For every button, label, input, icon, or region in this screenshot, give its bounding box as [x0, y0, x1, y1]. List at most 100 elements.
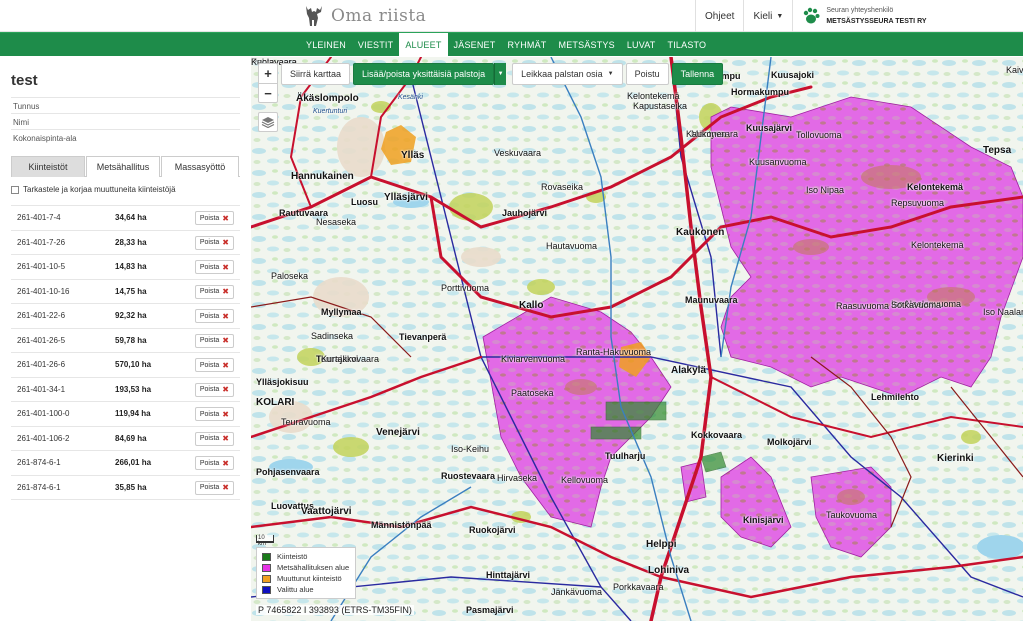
zoom-control: + − [258, 63, 278, 103]
delete-label: Poista [199, 459, 220, 467]
layers-button[interactable] [258, 112, 278, 132]
tab-metsahallitus[interactable]: Metsähallitus [86, 156, 160, 177]
map-place-label: Kierinki [937, 453, 974, 464]
map-place-label: Iso Nipaa [806, 185, 845, 195]
map-place-label: Teuravuoma [281, 417, 331, 427]
zoom-out-button[interactable]: − [259, 83, 277, 102]
delete-property-button[interactable]: Poista ✖ [194, 284, 234, 299]
map-place-label: Ranta-Hakuvuoma [576, 347, 652, 357]
zoom-in-button[interactable]: + [259, 64, 277, 83]
property-area: 35,85 ha [115, 482, 147, 492]
delete-label: Poista [199, 312, 220, 320]
property-area: 119,94 ha [115, 409, 151, 419]
map-place-label: KOLARI [256, 397, 295, 408]
tab-massasyotto[interactable]: Massasyöttö [161, 156, 239, 177]
nav-item-ryhm-t[interactable]: RYHMÄT [501, 33, 552, 57]
close-icon: ✖ [222, 336, 229, 345]
map-place-label: Iso-Keihu [451, 444, 490, 454]
map-toolbar: Siirrä karttaa Lisää/poista yksittäisiä … [281, 63, 726, 85]
delete-property-button[interactable]: Poista ✖ [194, 235, 234, 250]
delete-property-button[interactable]: Poista ✖ [194, 431, 234, 446]
map-place-label: Lehmilehto [871, 392, 920, 402]
map-place-label: Helppi [646, 539, 677, 550]
exit-button[interactable]: Poistu [625, 63, 669, 85]
save-button[interactable]: Tallenna [671, 63, 724, 85]
map-canvas[interactable] [251, 57, 1023, 621]
help-link[interactable]: Ohjeet [695, 0, 743, 32]
legend-item: Kiinteistö [262, 551, 350, 562]
map-place-label: Porttivuoma [441, 283, 490, 293]
legend-swatch [262, 563, 271, 572]
property-id: 261-401-100-0 [17, 409, 70, 419]
map-place-label: Kurtakkovaara [321, 354, 380, 364]
map-place-label: Luosu [351, 197, 378, 207]
map-place-label: Myllymaa [321, 307, 362, 317]
nav-item-j-senet[interactable]: JÄSENET [448, 33, 502, 57]
map-place-label: Tepsa [983, 145, 1012, 156]
language-dropdown[interactable]: Kieli ▼ [743, 0, 792, 32]
check-changed-row[interactable]: Tarkastele ja korjaa muuttuneita kiintei… [11, 185, 176, 194]
close-icon: ✖ [222, 287, 229, 296]
map-place-label: Molkojärvi [767, 437, 812, 447]
delete-property-button[interactable]: Poista ✖ [194, 358, 234, 372]
add-remove-parcels-button[interactable]: Lisää/poista yksittäisiä palstoja [353, 63, 495, 85]
nav-item-viestit[interactable]: VIESTIT [352, 33, 399, 57]
nav-item-alueet[interactable]: ALUEET [399, 33, 448, 57]
property-area: 34,64 ha [115, 213, 147, 223]
close-icon: ✖ [222, 238, 229, 247]
map-view[interactable]: Äkäslompolo Kesänki Kuertunturi Ylläs Hannuk… [251, 57, 1023, 621]
property-area: 28,33 ha [115, 237, 147, 247]
map-place-label: Nesaseka [316, 217, 357, 227]
property-area: 193,53 ha [115, 384, 152, 394]
cut-parts-label: Leikkaa palstan osia [521, 69, 603, 79]
move-map-button[interactable]: Siirrä karttaa [281, 63, 351, 85]
property-area: 14,83 ha [115, 262, 147, 272]
map-place-label: Kelontekemä [911, 240, 964, 250]
cut-parts-dropdown[interactable]: Leikkaa palstan osia ▼ [512, 63, 623, 85]
map-place-label: Repsuvuoma [891, 198, 945, 208]
map-place-label: Kelontekemä [907, 182, 964, 192]
delete-property-button[interactable]: Poista ✖ [194, 456, 234, 470]
legend-label: Muuttunut kiinteistö [277, 574, 342, 583]
nav-item-tilasto[interactable]: TILASTO [662, 33, 713, 57]
delete-property-button[interactable]: Poista ✖ [194, 382, 234, 397]
delete-property-button[interactable]: Poista ✖ [194, 260, 234, 274]
map-place-label: Kelontekemä [627, 91, 680, 101]
delete-property-button[interactable]: Poista ✖ [194, 333, 234, 348]
map-place-label: Kesänki [398, 94, 423, 101]
nav-item-mets-stys[interactable]: METSÄSTYS [553, 33, 621, 57]
delete-property-button[interactable]: Poista ✖ [194, 407, 234, 421]
app-logo[interactable]: Oma riista [303, 4, 426, 28]
nav-item-yleinen[interactable]: YLEINEN [300, 33, 352, 57]
legend-swatch [262, 585, 271, 594]
property-id: 261-401-26-5 [17, 335, 66, 345]
property-row: 261-874-6-1 266,01 ha Poista ✖ [11, 451, 240, 476]
area-panel: test Tunnus Nimi Kokonaispinta-ala Kiint… [0, 57, 250, 621]
map-place-label: Ylläsjärvi [384, 192, 428, 203]
property-id: 261-401-7-26 [17, 237, 66, 247]
property-row: 261-401-34-1 193,53 ha Poista ✖ [11, 378, 240, 402]
property-id: 261-401-34-1 [17, 384, 66, 394]
club-selector[interactable]: Seuran yhteyshenkilö METSÄSTYSSEURA TEST… [792, 0, 1023, 32]
delete-label: Poista [199, 410, 220, 418]
club-role: Seuran yhteyshenkilö [826, 7, 894, 14]
map-place-label: Kaukonen [676, 227, 725, 238]
delete-property-button[interactable]: Poista ✖ [194, 309, 234, 323]
map-place-label: Ruostevaara [441, 471, 496, 481]
check-changed-checkbox[interactable] [11, 185, 19, 194]
coordinate-readout: P 7465822 I 393893 (ETRS-TM35FIN) [256, 605, 414, 615]
map-place-label: Kaukonen [686, 129, 727, 139]
tab-kiinteistot[interactable]: Kiinteistöt [11, 156, 85, 177]
delete-property-button[interactable]: Poista ✖ [194, 211, 234, 225]
chevron-down-icon: ▼ [776, 12, 784, 20]
add-remove-dropdown-toggle[interactable]: ▼ [494, 63, 507, 85]
delete-property-button[interactable]: Poista ✖ [194, 480, 234, 495]
area-title: test [11, 72, 38, 89]
map-place-label: Porkkavaara [613, 582, 664, 592]
map-place-label: Hannukainen [291, 171, 354, 182]
nav-item-luvat[interactable]: LUVAT [621, 33, 662, 57]
map-place-label: Jänkävuoma [551, 587, 603, 597]
map-place-label: Lohiniva [648, 565, 690, 576]
property-id: 261-874-6-1 [17, 458, 61, 468]
map-place-label: Alakylä [671, 365, 707, 376]
